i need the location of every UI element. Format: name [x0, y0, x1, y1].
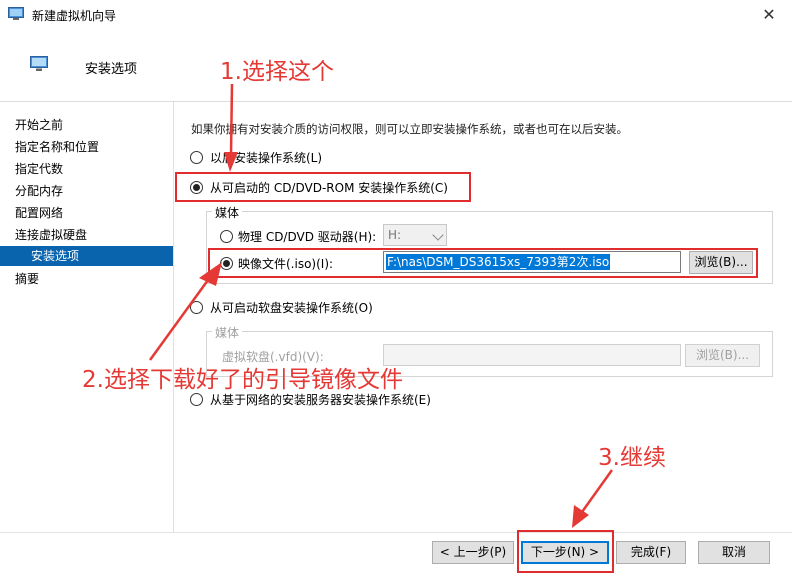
window-title: 新建虚拟机向导: [32, 9, 117, 23]
drive-select[interactable]: H:: [383, 224, 447, 246]
floppy-media-group-title: 媒体: [212, 324, 243, 341]
nav-item-generation[interactable]: 指定代数: [0, 159, 173, 179]
nav-item-network[interactable]: 配置网络: [0, 203, 173, 223]
label-physical-drive: 物理 CD/DVD 驱动器(H):: [238, 230, 377, 244]
hyper-v-app-icon: [8, 7, 24, 20]
title-bar: 新建虚拟机向导 ✕: [0, 0, 792, 30]
radio-physical-drive[interactable]: [220, 230, 233, 243]
wizard-header: 安装选项: [0, 30, 792, 102]
browse-floppy-button[interactable]: 浏览(B)...: [685, 344, 760, 367]
nav-item-name-location[interactable]: 指定名称和位置: [0, 137, 173, 157]
nav-item-summary[interactable]: 摘要: [0, 269, 173, 289]
floppy-path-input[interactable]: [383, 344, 681, 366]
annotation-box-cd-option: [175, 172, 471, 202]
close-icon[interactable]: ✕: [746, 0, 792, 30]
nav-item-virtual-disk[interactable]: 连接虚拟硬盘: [0, 225, 173, 245]
annotation-box-next: [517, 530, 614, 573]
annotation-step2: 2.选择下载好了的引导镜像文件: [82, 367, 403, 393]
label-install-floppy: 从可启动软盘安装操作系统(O): [210, 301, 373, 315]
radio-install-network[interactable]: [190, 393, 203, 406]
annotation-box-image-file: [208, 248, 758, 278]
install-options-panel: 如果你拥有对安装介质的访问权限，则可以立即安装操作系统，或者也可在以后安装。 以…: [175, 102, 792, 532]
intro-text: 如果你拥有对安装介质的访问权限，则可以立即安装操作系统，或者也可在以后安装。: [191, 122, 628, 136]
annotation-step3: 3.继续: [598, 445, 666, 471]
wizard-steps-nav: 开始之前 指定名称和位置 指定代数 分配内存 配置网络 连接虚拟硬盘 安装选项 …: [0, 102, 174, 532]
nav-item-install-options[interactable]: 安装选项: [0, 246, 173, 266]
page-title: 安装选项: [85, 62, 138, 77]
nav-item-before-you-begin[interactable]: 开始之前: [0, 115, 173, 135]
finish-button[interactable]: 完成(F): [616, 541, 686, 564]
drive-select-value: H:: [388, 228, 402, 242]
cancel-button[interactable]: 取消: [698, 541, 770, 564]
previous-button[interactable]: < 上一步(P): [432, 541, 514, 564]
radio-install-floppy[interactable]: [190, 301, 203, 314]
chevron-down-icon: [432, 229, 444, 241]
radio-install-later[interactable]: [190, 151, 203, 164]
wizard-footer: < 上一步(P) 下一步(N) > 完成(F) 取消: [0, 532, 792, 582]
annotation-step1: 1.选择这个: [220, 59, 334, 85]
label-install-later: 以后安装操作系统(L): [210, 151, 323, 165]
cd-media-group-title: 媒体: [212, 204, 243, 221]
wizard-page-icon: [30, 56, 48, 71]
nav-item-memory[interactable]: 分配内存: [0, 181, 173, 201]
